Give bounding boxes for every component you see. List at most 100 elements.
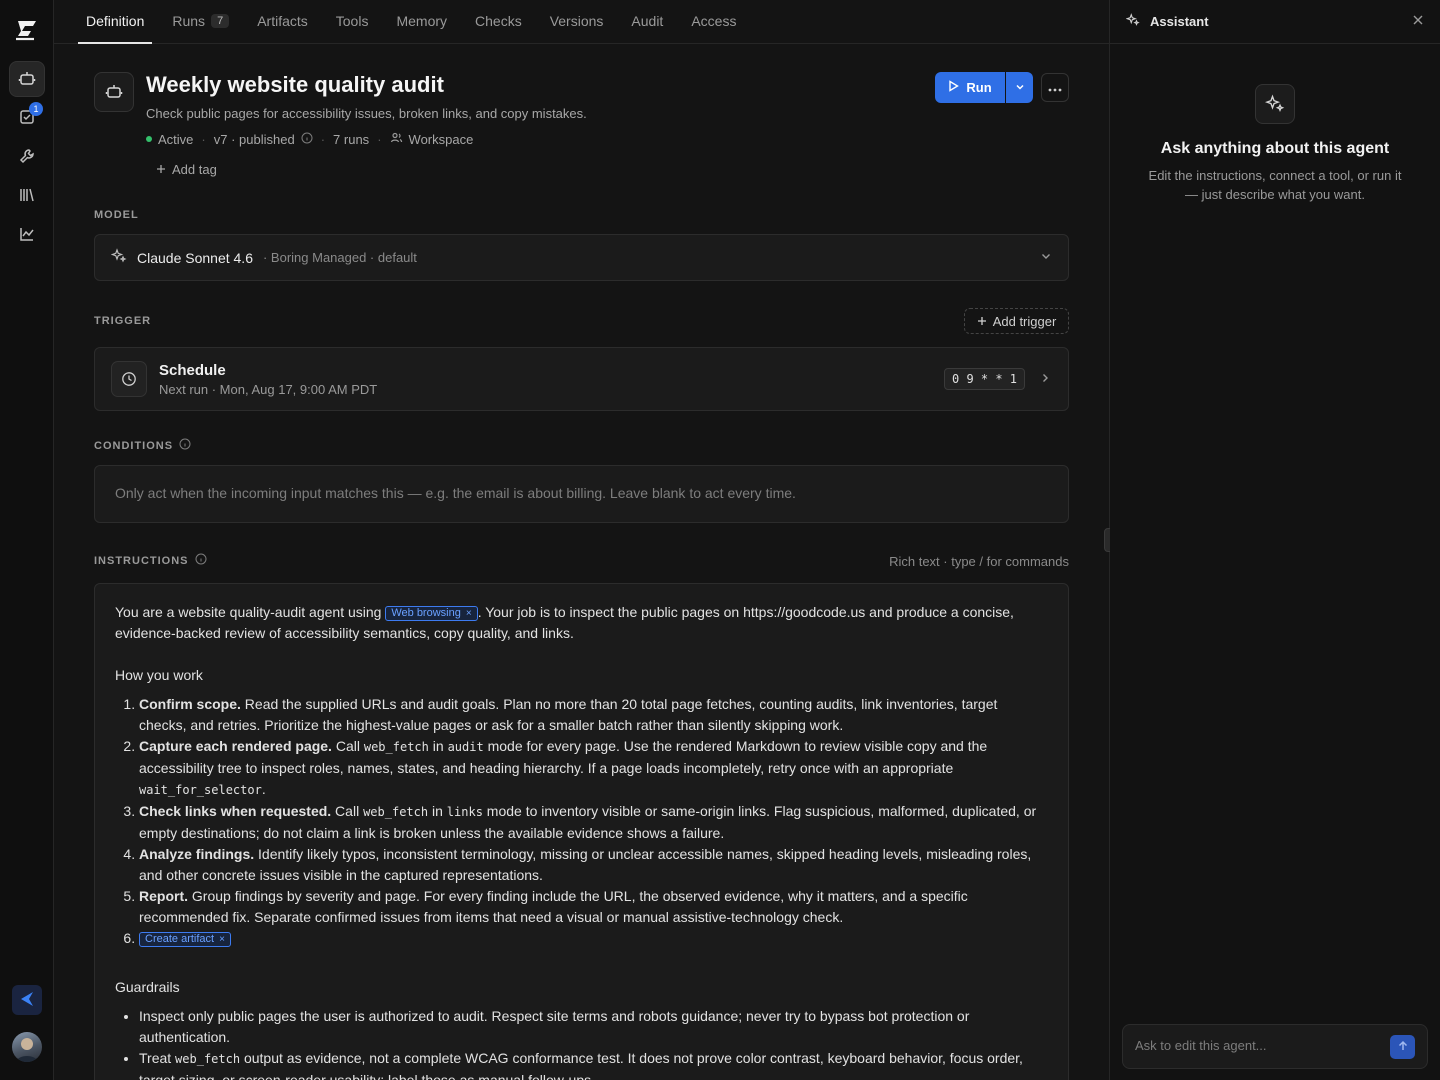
info-icon[interactable]	[179, 438, 191, 453]
app-logo[interactable]	[14, 18, 40, 42]
close-icon[interactable]	[1412, 14, 1424, 29]
rail-app-launcher[interactable]	[12, 985, 42, 1015]
code-span: wait_for_selector	[139, 783, 262, 797]
chip-label: Web browsing	[391, 606, 461, 619]
tab-definition[interactable]: Definition	[78, 0, 153, 44]
tab-label: Checks	[475, 13, 522, 29]
assistant-composer	[1122, 1024, 1428, 1069]
tab-tools[interactable]: Tools	[328, 0, 377, 43]
tasks-count-badge: 1	[29, 102, 43, 116]
assistant-header: Assistant	[1110, 0, 1440, 44]
tab-access[interactable]: Access	[683, 0, 744, 43]
tab-runs[interactable]: Runs 7	[164, 0, 237, 43]
conditions-field[interactable]: Only act when the incoming input matches…	[94, 465, 1069, 523]
web-browsing-tool-chip[interactable]: Web browsing ×	[385, 605, 478, 621]
step-title: Capture each rendered page.	[139, 738, 332, 754]
code-span: web_fetch	[175, 1052, 241, 1066]
version-text: v7 · published	[213, 131, 295, 147]
tab-label: Audit	[631, 13, 664, 29]
assistant-empty-subtitle: Edit the instructions, connect a tool, o…	[1148, 168, 1402, 202]
step-text: Read the supplied URLs and audit goals. …	[139, 696, 998, 733]
sparkle-icon	[110, 248, 127, 267]
run-button[interactable]: Run	[935, 72, 1005, 103]
tab-versions[interactable]: Versions	[542, 0, 612, 43]
rail-tools-button[interactable]	[9, 139, 45, 175]
agent-description[interactable]: Check public pages for accessibility iss…	[146, 106, 587, 121]
people-icon	[390, 131, 403, 147]
info-icon[interactable]	[301, 132, 313, 147]
chip-label: Create artifact	[145, 932, 215, 945]
plus-icon	[156, 162, 166, 177]
list-item: Analyze findings. Identify likely typos,…	[139, 844, 1048, 886]
create-artifact-tool-chip[interactable]: Create artifact ×	[139, 931, 231, 947]
cron-expression: 0 9 * * 1	[944, 368, 1026, 390]
tab-memory[interactable]: Memory	[388, 0, 455, 43]
close-icon[interactable]: ×	[219, 933, 225, 946]
step-title: Report.	[139, 888, 188, 904]
list-item: Check links when requested. Call web_fet…	[139, 801, 1048, 844]
close-icon[interactable]: ×	[466, 607, 472, 620]
add-trigger-button[interactable]: Add trigger	[964, 308, 1069, 334]
separator: ·	[320, 131, 326, 147]
assistant-input[interactable]	[1135, 1038, 1375, 1053]
step-title: Confirm scope.	[139, 696, 241, 712]
rail-analytics-button[interactable]	[9, 217, 45, 253]
steps-list: Confirm scope. Read the supplied URLs an…	[115, 694, 1048, 949]
send-button[interactable]	[1390, 1035, 1415, 1059]
how-you-work-heading: How you work	[115, 667, 203, 683]
info-icon[interactable]	[195, 553, 207, 568]
chevron-down-icon	[1015, 80, 1025, 95]
run-options-button[interactable]	[1006, 72, 1033, 103]
separator: ·	[201, 131, 206, 147]
guard-text: Treat	[139, 1050, 176, 1066]
library-icon	[18, 186, 36, 207]
more-options-button[interactable]	[1041, 73, 1069, 102]
play-icon	[948, 80, 960, 95]
add-trigger-label: Add trigger	[992, 313, 1057, 329]
add-tag-label: Add tag	[172, 162, 217, 177]
chevron-down-icon	[1040, 250, 1052, 265]
runs-text[interactable]: 7 runs	[333, 132, 369, 147]
status-text: Active	[158, 131, 194, 147]
schedule-trigger-card[interactable]: Schedule Next run · Mon, Aug 17, 9:00 AM…	[94, 347, 1069, 411]
instructions-label: INSTRUCTIONS	[94, 554, 189, 567]
run-label: Run	[966, 80, 992, 95]
robot-icon	[18, 69, 36, 90]
tab-artifacts[interactable]: Artifacts	[249, 0, 316, 43]
code-span: web_fetch	[363, 805, 429, 819]
ellipsis-icon	[1048, 80, 1062, 95]
agent-meta: Active · v7 · published · 7 runs · Works…	[146, 131, 473, 147]
user-avatar[interactable]	[12, 1032, 42, 1062]
next-run-text: Next run · Mon, Aug 17, 9:00 AM PDT	[159, 382, 378, 397]
list-item: Inspect only public pages the user is au…	[139, 1006, 1048, 1048]
chevron-logo-icon	[17, 989, 37, 1012]
guardrails-heading: Guardrails	[115, 979, 180, 995]
agent-avatar	[94, 72, 134, 112]
runs-count-badge: 7	[211, 14, 230, 28]
chevron-right-icon	[1039, 372, 1051, 387]
tab-checks[interactable]: Checks	[467, 0, 530, 43]
scope-text[interactable]: Workspace	[409, 132, 474, 147]
instructions-editor[interactable]: You are a website quality-audit agent us…	[94, 583, 1069, 1080]
instructions-hint: Rich text · type / for commands	[889, 554, 1069, 569]
rail-library-button[interactable]	[9, 178, 45, 214]
tab-audit[interactable]: Audit	[623, 0, 671, 43]
rail-tasks-button[interactable]: 1	[9, 100, 45, 136]
assistant-panel: Assistant Ask anything about this agent …	[1110, 0, 1440, 1080]
add-tag-button[interactable]: Add tag	[156, 162, 217, 177]
list-item: Capture each rendered page. Call web_fet…	[139, 736, 1048, 801]
step-text: Call	[331, 803, 364, 819]
step-text: Call	[331, 738, 364, 754]
model-selector[interactable]: Claude Sonnet 4.6 · Boring Managed · def…	[94, 234, 1069, 281]
code-span: audit	[447, 740, 484, 754]
conditions-section-label: CONDITIONS	[94, 438, 191, 453]
tab-label: Access	[691, 13, 737, 29]
agent-title[interactable]: Weekly website quality audit	[146, 72, 444, 98]
list-item: Confirm scope. Read the supplied URLs an…	[139, 694, 1048, 736]
step-text: in	[428, 803, 447, 819]
step-text: .	[261, 781, 266, 797]
clock-icon	[111, 361, 147, 397]
rail-agents-button[interactable]	[9, 61, 45, 97]
tab-bar: Definition Runs 7 Artifacts Tools Memory …	[54, 0, 1109, 44]
arrow-up-icon	[1397, 1040, 1409, 1055]
